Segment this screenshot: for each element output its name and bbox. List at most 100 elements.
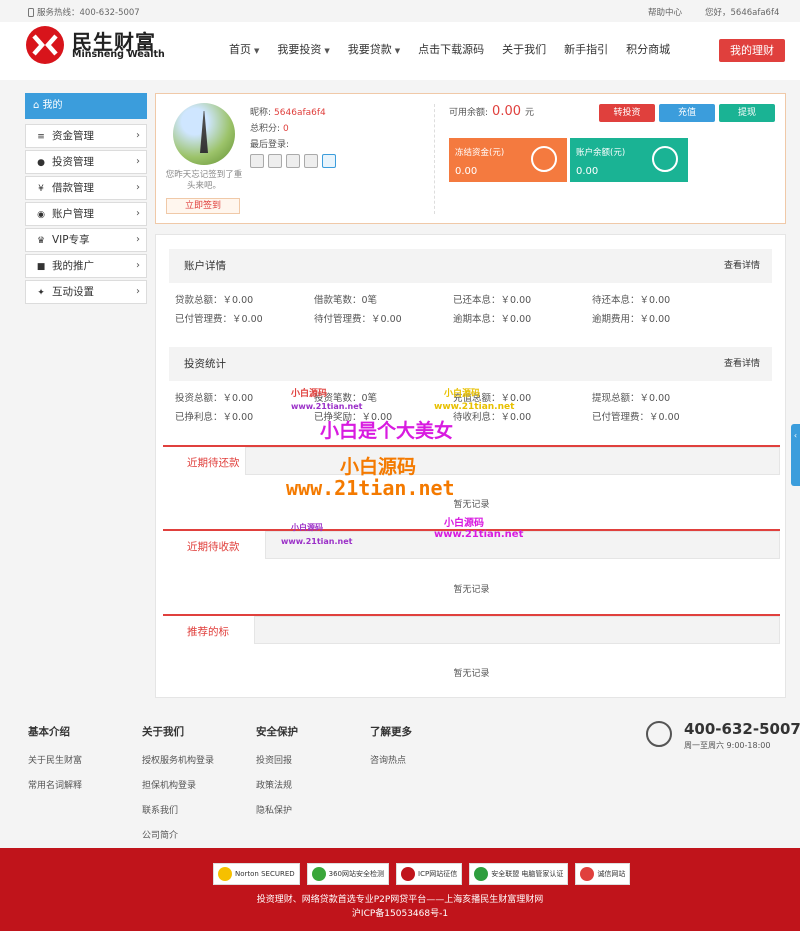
icp-badge[interactable]: ICP网站征信 <box>396 863 463 885</box>
lock-icon <box>531 146 557 172</box>
stat-value: 贷款总额：￥0.00 <box>175 295 254 306</box>
avatar[interactable] <box>173 103 235 165</box>
footer-col-more: 了解更多 咨询热点 <box>370 726 412 766</box>
available-balance: 可用余额: 0.00 元 <box>449 104 535 119</box>
sidebar-item-loan[interactable]: ¥ 借款管理 › <box>25 176 147 200</box>
frozen-funds-tile: 冻结资金(元) 0.00 <box>449 138 567 182</box>
empty-message: 暂无记录 <box>453 669 490 679</box>
logo-icon[interactable] <box>25 25 65 65</box>
footer-link[interactable]: 关于民生财富 <box>28 753 82 766</box>
nav-download[interactable]: 点击下载源码 <box>409 38 493 62</box>
watermark-url: www.21tian.net <box>434 402 515 412</box>
icp-number: 沪ICP备15053468号-1 <box>351 909 449 919</box>
hotline-text: 服务热线：400-632-5007 <box>37 8 140 18</box>
shield-icon <box>474 867 489 881</box>
reinvest-button[interactable]: 转投资 <box>599 104 655 122</box>
bank-card-icon[interactable] <box>304 154 318 168</box>
stat-value: 投资总额：￥0.00 <box>175 393 254 404</box>
footer-link[interactable]: 常用名词解释 <box>28 778 82 791</box>
footer-link[interactable]: 联系我们 <box>142 803 214 816</box>
watermark-text: 小白源码 <box>291 523 323 532</box>
stat-value: 提现总额：￥0.00 <box>592 393 671 404</box>
shield-icon <box>311 867 326 881</box>
my-wealth-button[interactable]: 我的理财 <box>719 39 785 62</box>
nav-guide[interactable]: 新手指引 <box>555 38 617 62</box>
nav-invest[interactable]: 我要投资 ▼ <box>268 38 338 62</box>
user-icon: ◉ <box>37 210 45 220</box>
main-nav: 首页 ▼ 我要投资 ▼ 我要贷款 ▼ 点击下载源码 关于我们 新手指引 积分商城 <box>220 38 679 62</box>
main-panel: 账户详情 查看详情 贷款总额：￥0.00 借款笔数：0笔 已还本息：￥0.00 … <box>155 234 786 698</box>
hotline-number: 400-632-5007 <box>684 720 800 738</box>
chevron-right-icon: › <box>136 286 140 297</box>
account-detail-more-link[interactable]: 查看详情 <box>724 249 760 283</box>
watermark-text: 小白源码 <box>291 389 328 399</box>
puzzle-icon: ✦ <box>37 288 45 298</box>
nav-mall[interactable]: 积分商城 <box>617 38 679 62</box>
watermark-text: 小白源码 <box>444 389 481 399</box>
upcoming-repayments-header: 近期待还款 <box>163 445 780 475</box>
id-card-icon[interactable] <box>250 154 264 168</box>
database-icon: ≡ <box>37 132 45 142</box>
recharge-button[interactable]: 充值 <box>659 104 715 122</box>
footer-link[interactable]: 咨询热点 <box>370 753 412 766</box>
footer-link[interactable]: 担保机构登录 <box>142 778 214 791</box>
account-balance-tile: 账户余额(元) 0.00 <box>570 138 688 182</box>
watermark-url: www.21tian.net <box>434 529 524 540</box>
nav-about[interactable]: 关于我们 <box>493 38 555 62</box>
stat-value: 待还本息：￥0.00 <box>592 295 671 306</box>
nav-loan[interactable]: 我要贷款 ▼ <box>339 38 409 62</box>
footer-link[interactable]: 投资回报 <box>256 753 298 766</box>
verification-icons <box>250 154 336 168</box>
sidebar-header[interactable]: ⌂ 我的 <box>25 93 147 119</box>
email-icon[interactable] <box>286 154 300 168</box>
nav-home[interactable]: 首页 ▼ <box>220 38 268 62</box>
seal-icon <box>401 867 416 881</box>
stat-value: 已付管理费：￥0.00 <box>592 412 680 423</box>
norton-badge[interactable]: Norton SECURED <box>213 863 300 885</box>
watermark-text: 小白源码 <box>444 518 484 529</box>
empty-message: 暂无记录 <box>453 500 490 510</box>
user-summary-card: 您昨天忘记签到了重头来吧。 立即签到 昵称: 5646afa6f4 总积分: 0 最… <box>155 93 786 224</box>
settings-icon[interactable] <box>322 154 336 168</box>
yen-icon: ¥ <box>38 184 44 194</box>
chevron-right-icon: › <box>136 234 140 245</box>
invest-stats-more-link[interactable]: 查看详情 <box>724 347 760 381</box>
caret-down-icon: ▼ <box>254 47 260 55</box>
withdraw-button[interactable]: 提现 <box>719 104 775 122</box>
stat-value: 已付管理费：￥0.00 <box>175 314 263 325</box>
watermark-url: www.21tian.net <box>281 537 353 546</box>
nickname-row: 昵称: 5646afa6f4 <box>250 108 326 118</box>
divider <box>434 104 435 214</box>
footer-link[interactable]: 政策法规 <box>256 778 298 791</box>
security-alliance-badge[interactable]: 安全联盟 电脑管家认证 <box>469 863 569 885</box>
available-amount: 0.00 <box>492 104 521 119</box>
trust-badges: Norton SECURED 360网站安全检测 ICP网站征信 安全联盟 电脑… <box>213 863 631 885</box>
sidebar-item-account[interactable]: ◉ 账户管理 › <box>25 202 147 226</box>
footer-slogan: 投资理财、网络贷款首选专业P2P网贷平台——上海亥播民生财富理财网 <box>256 895 544 905</box>
sidebar-item-invest[interactable]: ● 投资管理 › <box>25 150 147 174</box>
footer-link[interactable]: 授权服务机构登录 <box>142 753 214 766</box>
bottom-bar: Norton SECURED 360网站安全检测 ICP网站征信 安全联盟 电脑… <box>0 848 800 931</box>
invest-stats-header: 投资统计 查看详情 <box>169 347 772 381</box>
sidebar-item-interaction[interactable]: ✦ 互动设置 › <box>25 280 147 304</box>
chevron-right-icon: › <box>136 130 140 141</box>
sidebar-item-vip[interactable]: ♛ VIP专享 › <box>25 228 147 252</box>
footer-link[interactable]: 公司简介 <box>142 828 214 841</box>
floating-service-tab[interactable]: ‹ <box>791 424 800 486</box>
check-icon <box>218 867 232 881</box>
logo-subtext: Minsheng Wealth <box>72 49 165 60</box>
footer-link[interactable]: 隐私保护 <box>256 803 298 816</box>
help-center-link[interactable]: 帮助中心 <box>648 6 682 18</box>
footer-col-about: 关于我们 授权服务机构登录 担保机构登录 联系我们 公司简介 <box>142 726 215 841</box>
chevron-right-icon: › <box>136 208 140 219</box>
credit-icon <box>580 867 595 881</box>
coins-icon <box>652 146 678 172</box>
points-row: 总积分: 0 <box>250 124 289 134</box>
credit-site-badge[interactable]: 诚信网站 <box>575 863 631 885</box>
sidebar-item-promotion[interactable]: ■ 我的推广 › <box>25 254 147 278</box>
360-badge[interactable]: 360网站安全检测 <box>306 863 390 885</box>
user-greeting-link[interactable]: 您好，5646afa6f4 <box>705 6 779 18</box>
sidebar-item-funds[interactable]: ≡ 资金管理 › <box>25 124 147 148</box>
mobile-icon[interactable] <box>268 154 282 168</box>
sign-in-button[interactable]: 立即签到 <box>166 198 240 214</box>
